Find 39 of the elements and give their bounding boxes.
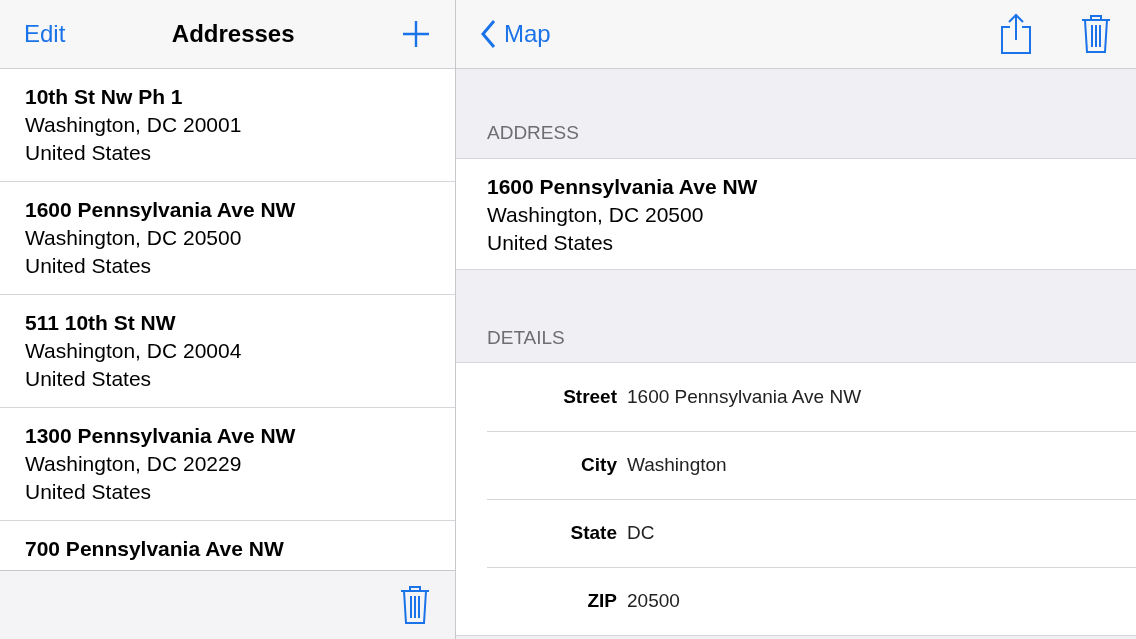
city-text: Washington, DC 20004 [25, 338, 243, 364]
field-label: Street [562, 384, 618, 409]
street-text: 10th St Nw Ph 1 [25, 84, 184, 110]
street-text: 700 Pennsylvania Ave NW [25, 536, 285, 562]
trash-icon[interactable] [1080, 14, 1112, 54]
address-row[interactable]: 10th St Nw Ph 1 Washington, DC 20001 United States [0, 69, 455, 182]
field-value: 1600 Pennsylvania Ave NW [627, 384, 862, 409]
city-text: Washington, DC 20229 [25, 451, 243, 477]
country-text: United States [487, 229, 615, 256]
field-label: City [580, 453, 618, 478]
street-text: 1600 Pennsylvania Ave NW [487, 173, 759, 200]
city-text: Washington, DC 20001 [25, 112, 243, 138]
address-row[interactable]: 1300 Pennsylvania Ave NW Washington, DC 20229 United States [0, 408, 455, 521]
street-text: 1300 Pennsylvania Ave NW [25, 423, 297, 449]
country-text: United States [25, 140, 153, 166]
edit-button[interactable]: Edit [24, 19, 66, 49]
field-value: DC [627, 521, 655, 546]
back-button[interactable]: Map [480, 19, 551, 49]
country-text: United States [25, 253, 153, 279]
address-row[interactable]: 700 Pennsylvania Ave NW [0, 521, 455, 570]
city-text: Washington, DC 20500 [487, 201, 705, 228]
street-text: 1600 Pennsylvania Ave NW [25, 197, 297, 223]
section-header: ADDRESS [486, 121, 580, 145]
address-row[interactable]: 511 10th St NW Washington, DC 20004 United States [0, 295, 455, 408]
address-row[interactable]: 1600 Pennsylvania Ave NW Washington, DC 20500 United States [0, 182, 455, 295]
nav-title: Addresses [171, 19, 295, 49]
country-text: United States [25, 366, 153, 392]
trash-icon[interactable] [399, 585, 431, 625]
share-icon[interactable] [1000, 13, 1032, 55]
field-label: State [569, 521, 618, 546]
field-value: 20500 [627, 589, 680, 614]
field-label: ZIP [586, 589, 618, 614]
country-text: United States [25, 479, 153, 505]
add-icon[interactable] [401, 19, 431, 49]
city-text: Washington, DC 20500 [25, 225, 243, 251]
street-text: 511 10th St NW [25, 310, 177, 336]
section-header: DETAILS [486, 325, 566, 350]
chevron-icon [480, 19, 496, 49]
field-value: Washington [627, 453, 727, 478]
